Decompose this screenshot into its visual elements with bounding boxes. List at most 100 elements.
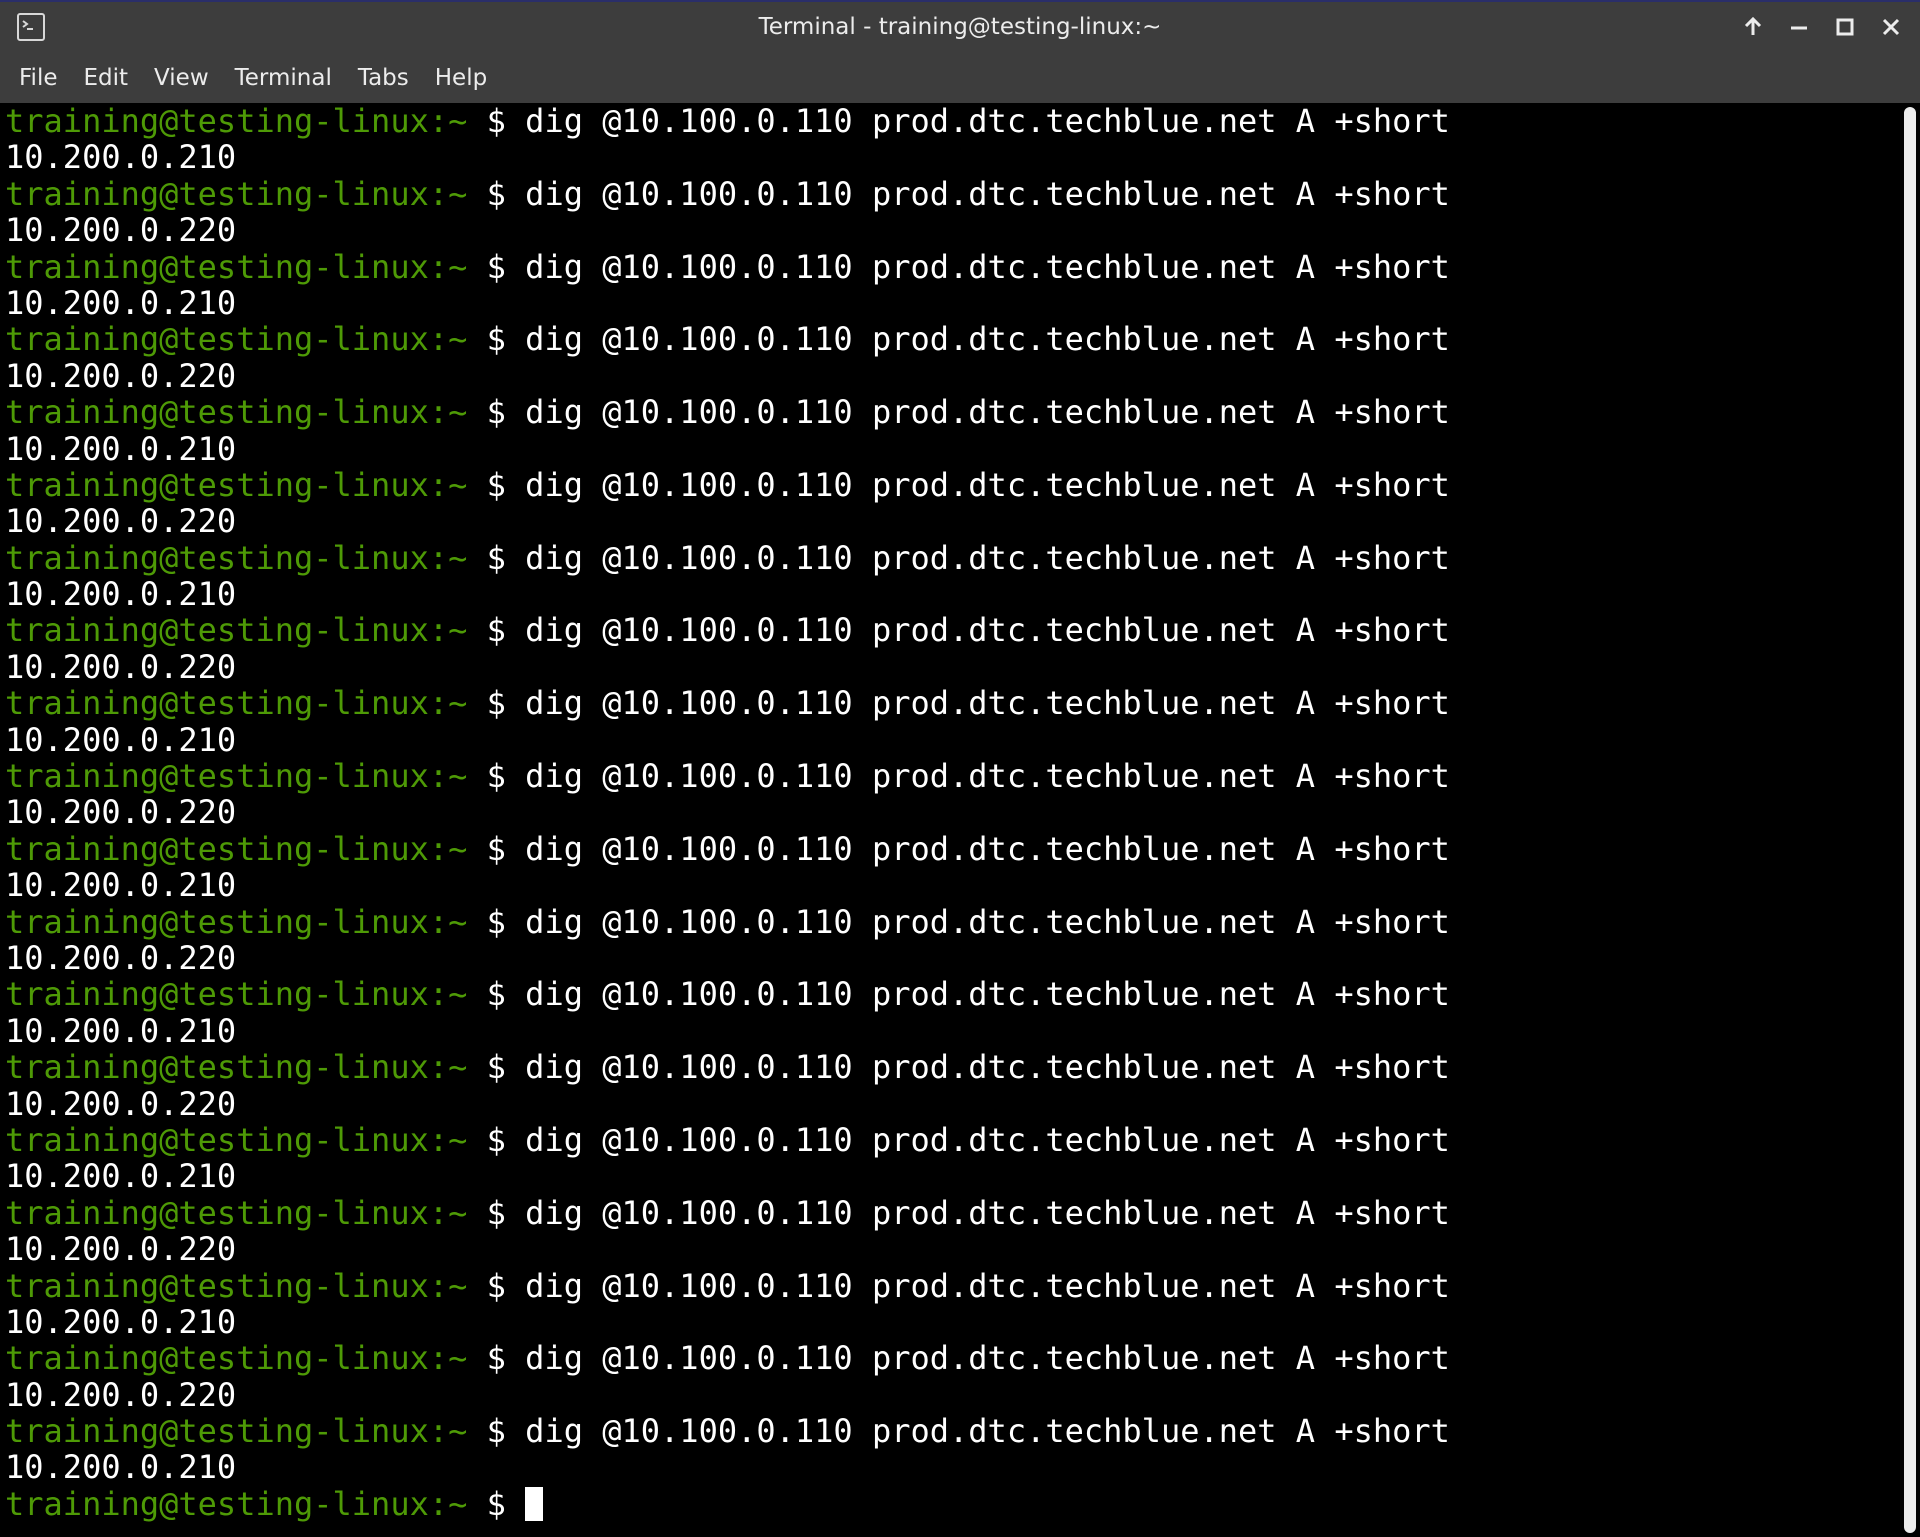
terminal-app-icon[interactable]: [17, 13, 45, 41]
prompt-path: :~: [428, 902, 468, 941]
output-line: 10.200.0.210: [5, 721, 1900, 758]
prompt-user: training@testing-linux: [5, 1266, 429, 1305]
output-line: 10.200.0.210: [5, 867, 1900, 904]
command-line: training@testing-linux:~ $ dig @10.100.0…: [5, 320, 1900, 359]
command-text: dig @10.100.0.110 prod.dtc.techblue.net …: [525, 247, 1450, 286]
prompt-user: training@testing-linux: [5, 757, 429, 796]
minimize-button[interactable]: [1784, 12, 1814, 42]
command-text: dig @10.100.0.110 prod.dtc.techblue.net …: [525, 1339, 1450, 1378]
command-line: training@testing-linux:~ $ dig @10.100.0…: [5, 1193, 1900, 1232]
prompt-symbol: $: [486, 757, 506, 796]
prompt-user: training@testing-linux: [5, 975, 429, 1014]
close-icon: [1880, 16, 1902, 38]
output-text: 10.200.0.210: [5, 429, 237, 468]
keep-above-button[interactable]: [1738, 12, 1768, 42]
command-line: training@testing-linux:~ $ dig @10.100.0…: [5, 393, 1900, 432]
terminal-output-area[interactable]: training@testing-linux:~ $ dig @10.100.0…: [0, 103, 1900, 1537]
prompt-symbol: $: [486, 393, 506, 432]
prompt-symbol: $: [486, 103, 506, 140]
minimize-icon: [1788, 16, 1810, 38]
scrollbar[interactable]: [1900, 103, 1920, 1537]
output-text: 10.200.0.220: [5, 211, 237, 250]
current-prompt-line: training@testing-linux:~ $: [5, 1484, 1900, 1523]
prompt-path: :~: [428, 757, 468, 796]
menu-view[interactable]: View: [141, 59, 222, 97]
prompt-user: training@testing-linux: [5, 829, 429, 868]
prompt-user: training@testing-linux: [5, 684, 429, 723]
prompt-symbol: $: [486, 1484, 506, 1523]
output-line: 10.200.0.210: [5, 1448, 1900, 1487]
command-text: dig @10.100.0.110 prod.dtc.techblue.net …: [525, 829, 1450, 868]
prompt-user: training@testing-linux: [5, 320, 429, 359]
terminal-window: Terminal - training@testing-linux:~ File…: [0, 0, 1920, 1537]
command-text: dig @10.100.0.110 prod.dtc.techblue.net …: [525, 320, 1450, 359]
output-text: 10.200.0.220: [5, 647, 237, 686]
prompt-user: training@testing-linux: [5, 1048, 429, 1087]
prompt-user: training@testing-linux: [5, 902, 429, 941]
output-text: 10.200.0.210: [5, 1011, 237, 1050]
maximize-icon: [1834, 16, 1856, 38]
output-text: 10.200.0.220: [5, 356, 237, 395]
prompt-path: :~: [428, 829, 468, 868]
prompt-symbol: $: [486, 611, 506, 650]
prompt-user: training@testing-linux: [5, 1193, 429, 1232]
window-title: Terminal - training@testing-linux:~: [758, 14, 1162, 40]
output-line: 10.200.0.220: [5, 1084, 1900, 1123]
close-button[interactable]: [1876, 12, 1906, 42]
menu-terminal[interactable]: Terminal: [222, 59, 345, 97]
output-text: 10.200.0.220: [5, 1375, 237, 1414]
scrollbar-thumb[interactable]: [1904, 107, 1916, 1533]
command-text: dig @10.100.0.110 prod.dtc.techblue.net …: [525, 393, 1450, 432]
prompt-path: :~: [428, 1339, 468, 1378]
command-line: training@testing-linux:~ $ dig @10.100.0…: [5, 611, 1900, 650]
prompt-symbol: $: [486, 1120, 506, 1159]
command-line: training@testing-linux:~ $ dig @10.100.0…: [5, 1339, 1900, 1378]
output-line: 10.200.0.210: [5, 576, 1900, 613]
command-text: dig @10.100.0.110 prod.dtc.techblue.net …: [525, 538, 1450, 577]
prompt-path: :~: [428, 393, 468, 432]
output-text: 10.200.0.220: [5, 793, 237, 832]
output-line: 10.200.0.220: [5, 793, 1900, 832]
output-text: 10.200.0.220: [5, 1084, 237, 1123]
title-bar[interactable]: Terminal - training@testing-linux:~: [0, 0, 1920, 52]
menu-edit[interactable]: Edit: [71, 59, 142, 97]
output-line: 10.200.0.210: [5, 285, 1900, 322]
command-line: training@testing-linux:~ $ dig @10.100.0…: [5, 1048, 1900, 1087]
command-line: training@testing-linux:~ $ dig @10.100.0…: [5, 1266, 1900, 1305]
prompt-user: training@testing-linux: [5, 1339, 429, 1378]
output-line: 10.200.0.220: [5, 1231, 1900, 1268]
menu-bar: File Edit View Terminal Tabs Help: [0, 52, 1920, 103]
command-text: dig @10.100.0.110 prod.dtc.techblue.net …: [525, 684, 1450, 723]
output-text: 10.200.0.210: [5, 1448, 237, 1487]
prompt-user: training@testing-linux: [5, 393, 429, 432]
menu-tabs[interactable]: Tabs: [345, 59, 422, 97]
output-line: 10.200.0.210: [5, 139, 1900, 176]
prompt-path: :~: [428, 320, 468, 359]
prompt-path: :~: [428, 1484, 468, 1523]
prompt-path: :~: [428, 1412, 468, 1451]
menu-help[interactable]: Help: [422, 59, 500, 97]
prompt-path: :~: [428, 611, 468, 650]
command-line: training@testing-linux:~ $ dig @10.100.0…: [5, 1412, 1900, 1451]
prompt-path: :~: [428, 247, 468, 286]
prompt-path: :~: [428, 174, 468, 213]
prompt-symbol: $: [486, 247, 506, 286]
output-line: 10.200.0.220: [5, 211, 1900, 250]
command-text: dig @10.100.0.110 prod.dtc.techblue.net …: [525, 902, 1450, 941]
prompt-symbol: $: [486, 538, 506, 577]
command-line: training@testing-linux:~ $ dig @10.100.0…: [5, 247, 1900, 286]
command-line: training@testing-linux:~ $ dig @10.100.0…: [5, 174, 1900, 213]
output-line: 10.200.0.210: [5, 1303, 1900, 1340]
output-line: 10.200.0.220: [5, 356, 1900, 395]
maximize-button[interactable]: [1830, 12, 1860, 42]
command-line: training@testing-linux:~ $ dig @10.100.0…: [5, 902, 1900, 941]
prompt-user: training@testing-linux: [5, 247, 429, 286]
output-line: 10.200.0.210: [5, 1158, 1900, 1195]
output-text: 10.200.0.220: [5, 502, 237, 541]
output-line: 10.200.0.220: [5, 647, 1900, 686]
menu-file[interactable]: File: [6, 59, 71, 97]
command-text: dig @10.100.0.110 prod.dtc.techblue.net …: [525, 103, 1450, 140]
output-line: 10.200.0.220: [5, 940, 1900, 977]
prompt-path: :~: [428, 684, 468, 723]
prompt-user: training@testing-linux: [5, 465, 429, 504]
